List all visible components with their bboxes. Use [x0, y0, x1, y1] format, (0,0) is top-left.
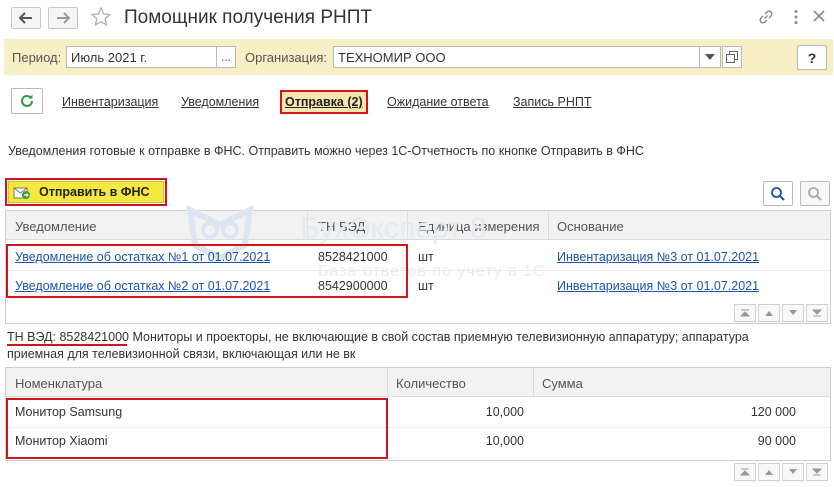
tnved-code-underline	[7, 344, 127, 346]
period-label: Период:	[12, 50, 62, 65]
item-sum-1: 120 000	[750, 405, 796, 419]
header-basis: Основание	[557, 219, 624, 234]
scroll-up-button[interactable]	[758, 304, 780, 322]
back-button[interactable]	[11, 7, 41, 29]
scroll-down-icon	[789, 469, 797, 474]
period-field[interactable]: Июль 2021 г.	[66, 46, 217, 68]
tab-sending[interactable]: Отправка (2)	[285, 95, 363, 109]
refresh-icon	[21, 94, 33, 107]
watermark-title: БухЭксперт 8	[300, 212, 487, 245]
search-clear-icon	[808, 186, 822, 201]
arrow-left-icon	[19, 12, 32, 24]
item-sum-2: 90 000	[757, 434, 796, 448]
notice-unit-1: шт	[418, 250, 434, 264]
header-nomenclature: Номенклатура	[15, 376, 103, 391]
send-to-fns-label: Отправить в ФНС	[39, 185, 150, 199]
scroll-up-icon	[765, 311, 773, 316]
cancel-search-button[interactable]	[800, 181, 830, 206]
scroll-up-icon	[765, 470, 773, 475]
items-scroll-last-button[interactable]	[806, 463, 828, 481]
item-qty-1: 10,000	[485, 405, 524, 419]
header-sum: Сумма	[542, 376, 583, 391]
send-envelope-icon	[13, 187, 30, 199]
scroll-first-button[interactable]	[734, 304, 756, 322]
link-icon[interactable]	[757, 8, 775, 29]
info-text: Уведомления готовые к отправке в ФНС. От…	[8, 144, 644, 158]
window-title: Помощник получения РНПТ	[124, 7, 373, 28]
more-menu-icon[interactable]	[787, 8, 805, 29]
scroll-bottom-icon	[812, 309, 822, 317]
organization-field[interactable]: ТЕХНОМИР ООО	[333, 46, 700, 68]
tab-awaiting-response[interactable]: Ожидание ответа	[387, 95, 489, 109]
search-icon	[771, 186, 785, 201]
tab-rnpt-record[interactable]: Запись РНПТ	[513, 95, 591, 109]
scroll-down-button[interactable]	[782, 304, 804, 322]
help-button[interactable]: ?	[797, 45, 827, 70]
items-scroll-up-button[interactable]	[758, 463, 780, 481]
open-window-icon	[726, 51, 738, 63]
forward-button[interactable]	[48, 7, 78, 29]
scroll-top-icon	[740, 468, 750, 476]
close-icon[interactable]	[811, 8, 827, 27]
scroll-bottom-icon	[812, 468, 822, 476]
column-divider	[533, 368, 534, 397]
refresh-button[interactable]	[11, 88, 43, 114]
items-scroll-first-button[interactable]	[734, 463, 756, 481]
organization-dropdown-button[interactable]	[699, 46, 721, 68]
favorite-star-icon[interactable]	[90, 6, 112, 31]
search-button[interactable]	[763, 181, 793, 206]
notice-basis-link-1[interactable]: Инвентаризация №3 от 01.07.2021	[557, 250, 759, 264]
scroll-last-button[interactable]	[806, 304, 828, 322]
notice-basis-link-2[interactable]: Инвентаризация №3 от 01.07.2021	[557, 279, 759, 293]
tab-notifications[interactable]: Уведомления	[181, 95, 259, 109]
column-divider	[387, 368, 388, 397]
scroll-down-icon	[789, 310, 797, 315]
items-rows-highlight	[6, 398, 388, 459]
tab-inventory[interactable]: Инвентаризация	[62, 95, 158, 109]
header-quantity: Количество	[396, 376, 466, 391]
tnved-description-line1: Мониторы и проекторы, не включающие в св…	[128, 330, 749, 344]
send-to-fns-button[interactable]: Отправить в ФНС	[8, 181, 164, 203]
organization-open-button[interactable]	[722, 46, 742, 68]
arrow-right-icon	[57, 12, 70, 24]
notices-rows-highlight	[6, 244, 408, 298]
item-qty-2: 10,000	[485, 434, 524, 448]
notice-unit-2: шт	[418, 279, 434, 293]
scroll-top-icon	[740, 309, 750, 317]
period-select-button[interactable]: ...	[216, 46, 236, 68]
chevron-down-icon	[705, 54, 715, 60]
tnved-description-line2: приемная для телевизионной связи, включа…	[7, 347, 356, 361]
organization-label: Организация:	[245, 50, 328, 65]
tnved-description: ТН ВЭД: 8528421000 Мониторы и проекторы,…	[7, 330, 749, 344]
column-divider	[548, 211, 549, 240]
items-scroll-down-button[interactable]	[782, 463, 804, 481]
header-notice: Уведомление	[15, 219, 97, 234]
tnved-code-label: ТН ВЭД: 8528421000	[7, 330, 129, 344]
